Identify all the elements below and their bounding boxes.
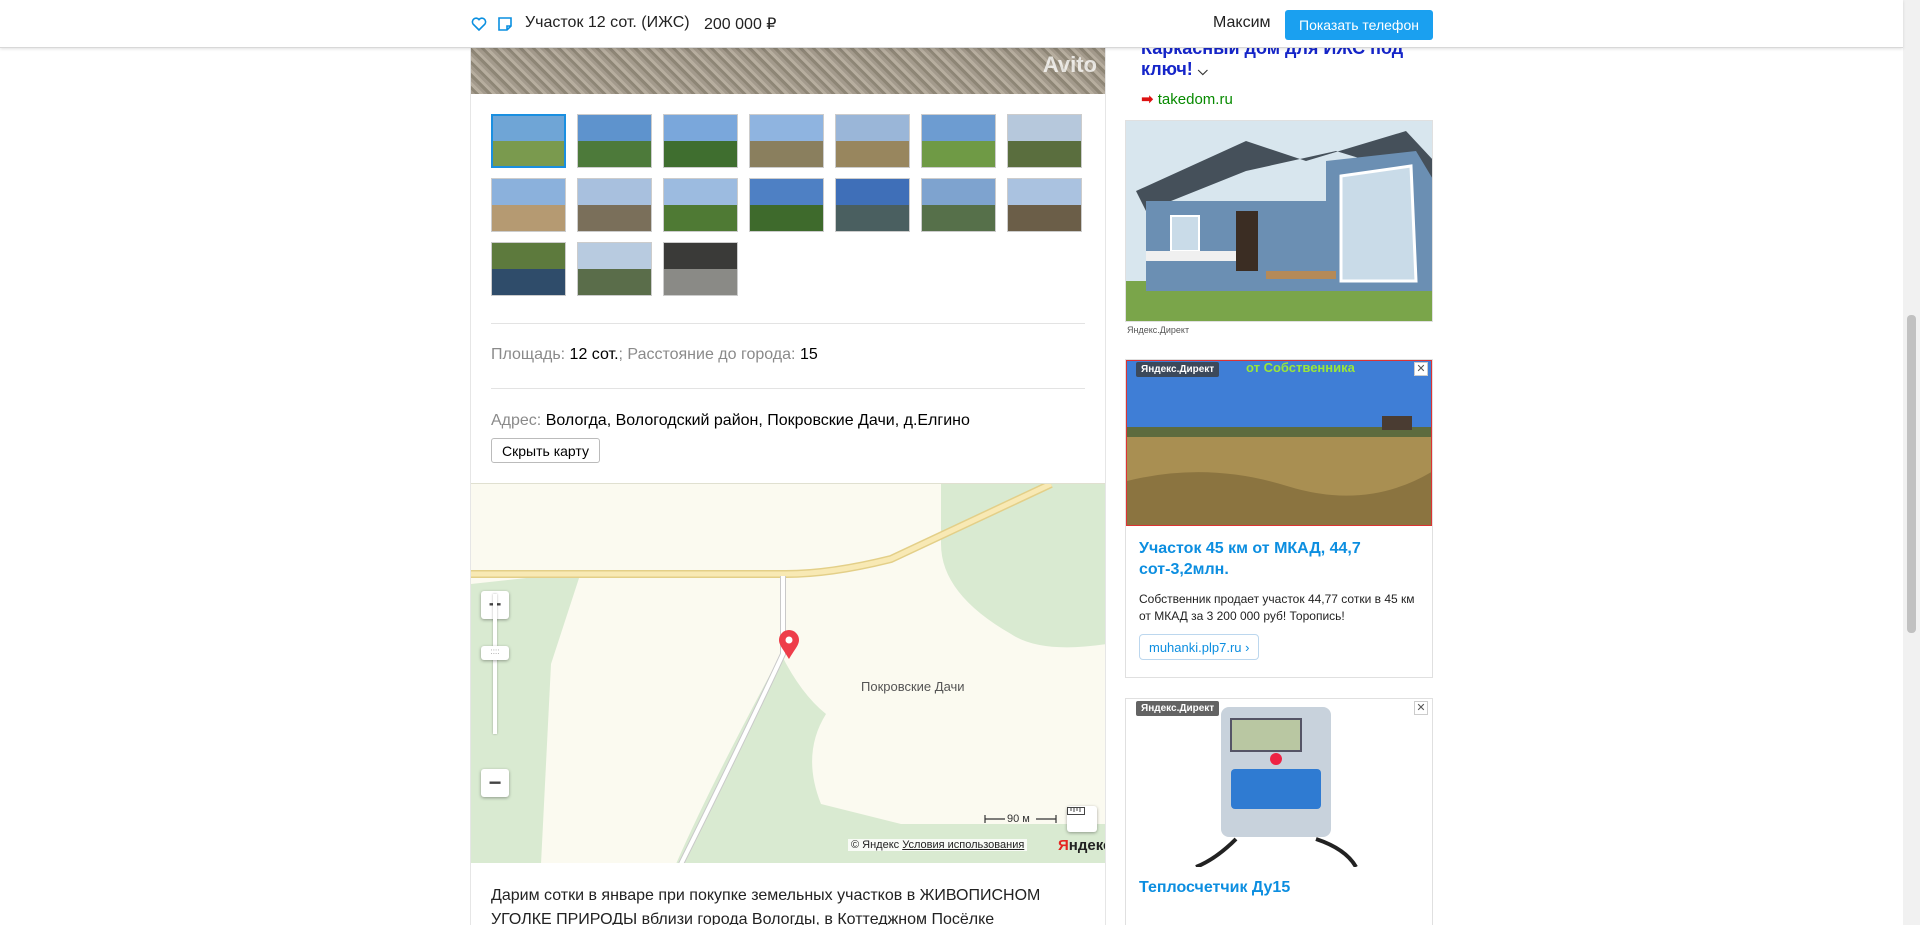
listing-price: 200 000 ₽ <box>704 16 777 33</box>
map-canvas <box>471 484 1105 863</box>
yandex-map[interactable]: + :::: − Покровские Дачи 90 м © Яндекс У… <box>471 483 1105 863</box>
ad-card[interactable]: Яндекс.Директ ✕ Теплосчетчик Ду15 <box>1125 698 1433 925</box>
thumbnail[interactable] <box>1007 114 1082 168</box>
thumbnail[interactable] <box>749 114 824 168</box>
thumbnail[interactable] <box>491 114 566 168</box>
address-label: Адрес: <box>491 412 542 429</box>
divider <box>491 388 1085 389</box>
ad-house-image[interactable] <box>1125 120 1433 322</box>
divider <box>491 323 1085 324</box>
logo-first-letter: Я <box>1058 837 1069 854</box>
ad-domain-text: takedom.ru <box>1157 91 1233 108</box>
listing-main: Avito Площадь: 12 сот.; Расстояние до го… <box>470 0 1106 925</box>
ad-domain-link[interactable]: ➡ takedom.ru <box>1141 90 1233 108</box>
ad-badge: Яндекс.Директ <box>1136 701 1220 716</box>
ruler-icon[interactable] <box>1067 806 1097 832</box>
ad-badge: Яндекс.Директ <box>1136 362 1220 377</box>
thumbnail[interactable] <box>663 114 738 168</box>
chevron-down-icon[interactable]: ⌵ <box>1198 63 1208 78</box>
area-label: Площадь: <box>491 346 566 363</box>
sticky-header: Участок 12 сот. (ИЖС) 200 000 ₽ Максим П… <box>0 0 1903 48</box>
hide-map-button[interactable]: Скрыть карту <box>491 438 600 463</box>
thumbnail[interactable] <box>749 178 824 232</box>
ad-field-image[interactable] <box>1126 360 1432 526</box>
close-icon[interactable]: ✕ <box>1414 701 1428 715</box>
listing-description: Дарим сотки в январе при покупке земельн… <box>491 887 1041 925</box>
ad-card[interactable]: от Собственника Яндекс.Директ ✕ Участок … <box>1125 359 1433 678</box>
note-icon[interactable] <box>496 15 514 33</box>
params-separator: ; <box>618 346 623 363</box>
thumbnail[interactable] <box>663 242 738 296</box>
main-photo[interactable] <box>471 48 1105 94</box>
close-icon[interactable]: ✕ <box>1414 362 1428 376</box>
ad-title[interactable]: Теплосчетчик Ду15 <box>1139 879 1290 897</box>
map-scale: 90 м <box>1007 813 1030 825</box>
zoom-out-button[interactable]: − <box>481 769 509 797</box>
area-value: 12 сот. <box>569 346 619 363</box>
distance-label: Расстояние до города: <box>627 346 796 363</box>
thumbnail[interactable] <box>491 178 566 232</box>
logo-rest: ндекс <box>1068 837 1105 854</box>
ad-product-image[interactable] <box>1126 699 1432 867</box>
thumbnail[interactable] <box>577 242 652 296</box>
thumbnail[interactable] <box>577 178 652 232</box>
arrow-right-icon: ➡ <box>1141 91 1154 108</box>
thumbnail[interactable] <box>663 178 738 232</box>
ad-source-label: Яндекс.Директ <box>1127 325 1190 335</box>
thumbnail[interactable] <box>1007 178 1082 232</box>
thumbnail[interactable] <box>921 114 996 168</box>
seller-name[interactable]: Максим <box>1213 14 1271 32</box>
listing-params: Площадь: 12 сот.; Расстояние до города: … <box>491 346 818 364</box>
address-value: Вологда, Вологодский район, Покровские Д… <box>545 412 970 429</box>
heart-icon[interactable] <box>470 15 488 33</box>
avito-watermark: Avito <box>1042 52 1097 77</box>
thumbnail[interactable] <box>577 114 652 168</box>
distance-value: 15 <box>799 346 818 363</box>
listing-title: Участок 12 сот. (ИЖС) <box>525 14 690 31</box>
thumbnail[interactable] <box>835 114 910 168</box>
thumbnail[interactable] <box>491 242 566 296</box>
map-place-label: Покровские Дачи <box>861 679 965 694</box>
ad-domain-link[interactable]: muhanki.plp7.ru › <box>1139 634 1260 660</box>
map-copyright: © Яндекс Условия использования <box>848 839 1028 851</box>
copyright-text: © Яндекс <box>851 839 900 851</box>
address: Адрес: Вологда, Вологодский район, Покро… <box>491 412 970 430</box>
terms-link[interactable]: Условия использования <box>902 839 1024 851</box>
thumbnail[interactable] <box>921 178 996 232</box>
zoom-slider[interactable] <box>493 594 497 734</box>
thumbnail[interactable] <box>835 178 910 232</box>
yandex-logo[interactable]: Яндекс <box>1058 837 1105 854</box>
zoom-slider-handle[interactable]: :::: <box>481 646 509 660</box>
ad-image-caption: от Собственника <box>1246 360 1355 375</box>
ad-text: Собственник продает участок 44,77 сотки … <box>1139 592 1415 623</box>
scrollbar-thumb[interactable] <box>1907 315 1916 633</box>
ad-title[interactable]: Участок 45 км от МКАД, 44,7 сот-3,2млн. <box>1139 538 1419 580</box>
ads-column: Каркасный дом для ИЖС под ключ! ⌵ ➡ take… <box>1125 0 1433 925</box>
page-scrollbar[interactable] <box>1903 0 1920 925</box>
show-phone-button[interactable]: Показать телефон <box>1285 10 1433 40</box>
